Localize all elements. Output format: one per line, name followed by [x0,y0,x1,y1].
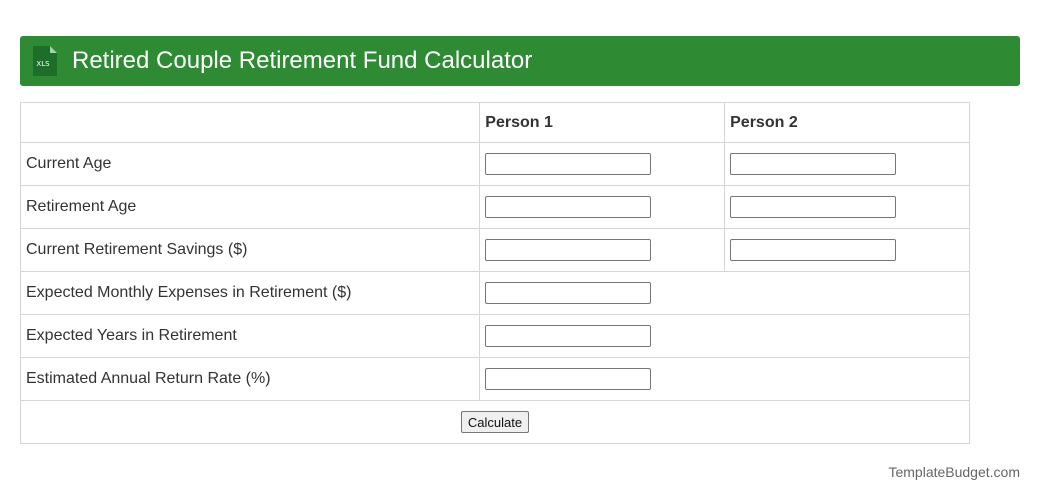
table-row: Current Retirement Savings ($) [19,228,970,272]
table-row: Expected Years in Retirement [19,314,970,358]
table-header-row: Person 1 Person 2 [19,102,970,143]
column-header-person-2: Person 2 [724,102,970,143]
header-bar: XLS Retired Couple Retirement Fund Calcu… [20,36,1020,86]
retirement-age-person-1-input[interactable] [485,196,652,218]
calculate-button[interactable]: Calculate [460,411,530,433]
retirement-age-person-2-input[interactable] [730,196,897,218]
table-row-actions: Calculate [20,400,970,444]
years-in-retirement-input[interactable] [485,325,652,347]
column-header-label [19,102,481,143]
table-row: Estimated Annual Return Rate (%) [19,357,970,401]
footer-credit: TemplateBudget.com [888,464,1020,480]
page-title: Retired Couple Retirement Fund Calculato… [72,47,533,74]
current-age-person-2-input[interactable] [730,153,897,175]
current-age-person-1-input[interactable] [485,153,652,175]
annual-return-rate-input[interactable] [485,368,652,390]
calculator-table: Person 1 Person 2 Current Age Retirement… [19,102,970,444]
monthly-expenses-input[interactable] [485,282,652,304]
table-row: Expected Monthly Expenses in Retirement … [19,271,970,315]
xls-file-icon: XLS [33,46,57,76]
table-row: Current Age [19,142,970,186]
row-label-monthly-expenses: Expected Monthly Expenses in Retirement … [19,271,481,315]
table-row: Retirement Age [19,185,970,229]
current-savings-person-1-input[interactable] [485,239,652,261]
row-label-years-in-retirement: Expected Years in Retirement [19,314,481,358]
row-label-current-age: Current Age [19,142,481,186]
column-header-person-1: Person 1 [479,102,726,143]
calculator-page: XLS Retired Couple Retirement Fund Calcu… [0,0,1040,501]
svg-text:XLS: XLS [36,60,50,68]
row-label-retirement-age: Retirement Age [19,185,481,229]
row-label-current-savings: Current Retirement Savings ($) [19,228,481,272]
row-label-annual-return-rate: Estimated Annual Return Rate (%) [19,357,481,401]
current-savings-person-2-input[interactable] [730,239,897,261]
